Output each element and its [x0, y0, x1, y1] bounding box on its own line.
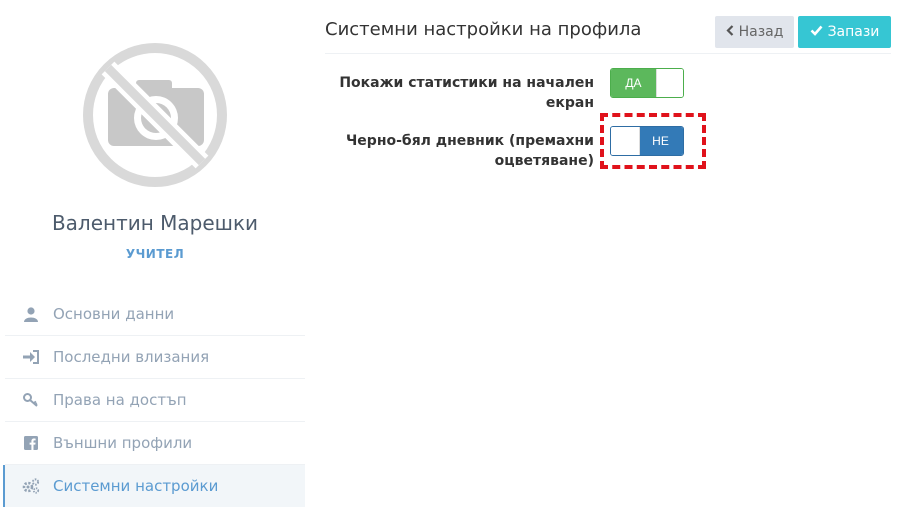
cogs-icon [22, 477, 40, 495]
menu-item-access-rights[interactable]: Права на достъп [5, 379, 305, 422]
save-button[interactable]: Запази [798, 16, 891, 48]
toggle-off-label: НЕ [638, 127, 683, 155]
menu-item-external-profiles[interactable]: Външни профили [5, 422, 305, 465]
setting-label-line: оцветяване) [494, 153, 594, 169]
facebook-icon [22, 434, 40, 452]
toggle-on-label: ДА [611, 69, 656, 97]
menu-item-basic-data[interactable]: Основни данни [5, 293, 305, 336]
menu-item-label: Външни профили [53, 434, 193, 452]
menu-item-label: Системни настройки [53, 477, 219, 495]
setting-label-line: Покажи статистики на начален [339, 75, 594, 91]
toggle-knob [611, 127, 640, 155]
menu-item-last-logins[interactable]: Последни влизания [5, 336, 305, 379]
menu-item-label: Последни влизания [53, 348, 210, 366]
chevron-left-icon [726, 24, 734, 40]
user-role: УЧИТЕЛ [125, 247, 185, 261]
setting-label-line: Черно-бял дневник (премахни [345, 133, 594, 149]
grayscale-diary-toggle[interactable]: НЕ [610, 126, 684, 156]
user-name: Валентин Марешки [51, 211, 259, 235]
setting-label-show-stats: Покажи статистики на начален екран [326, 73, 594, 113]
menu-item-system-settings[interactable]: Системни настройки [3, 465, 305, 507]
toggle-knob [656, 69, 683, 97]
sign-in-icon [22, 348, 40, 366]
setting-label-grayscale-diary: Черно-бял дневник (премахни оцветяване) [326, 131, 594, 171]
check-icon [810, 24, 823, 40]
save-button-label: Запази [827, 24, 880, 40]
page-title: Системни настройки на профила [325, 19, 642, 40]
key-icon [22, 391, 40, 409]
profile-menu: Основни данни Последни влизания Права на… [3, 293, 305, 507]
show-stats-toggle[interactable]: ДА [610, 68, 684, 98]
setting-label-line: екран [545, 95, 594, 111]
user-icon [22, 305, 40, 323]
profile-sidebar: Валентин Марешки УЧИТЕЛ Основни данни По… [0, 0, 305, 521]
back-button-label: Назад [738, 24, 784, 40]
menu-item-label: Права на достъп [53, 391, 187, 409]
no-photo-icon [80, 40, 230, 190]
back-button[interactable]: Назад [715, 16, 794, 48]
title-divider [325, 53, 891, 54]
menu-item-label: Основни данни [53, 305, 175, 323]
